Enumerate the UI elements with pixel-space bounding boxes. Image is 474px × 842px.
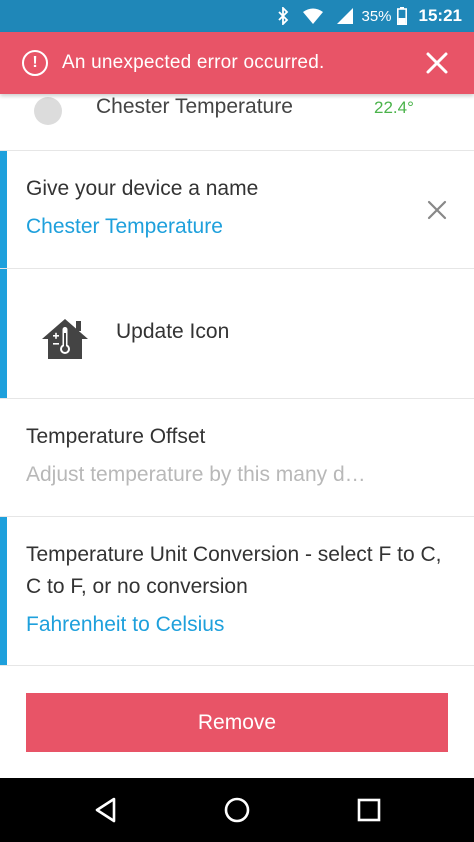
cell-signal-icon xyxy=(337,8,354,24)
device-status-dot xyxy=(34,97,62,125)
error-banner: ! An unexpected error occurred. xyxy=(0,32,474,94)
update-icon-label: Update Icon xyxy=(116,320,230,343)
device-name: Chester Temperature xyxy=(96,95,293,118)
battery-level: 35% xyxy=(361,7,392,25)
device-row[interactable]: Chester Temperature 22.4° xyxy=(0,94,474,151)
error-circle-icon: ! xyxy=(22,50,48,76)
clock: 15:21 xyxy=(418,6,462,25)
house-thermometer-icon xyxy=(40,317,90,361)
unit-conversion-value[interactable]: Fahrenheit to Celsius xyxy=(26,613,224,637)
wifi-icon xyxy=(303,8,324,24)
temperature-offset-field[interactable]: Temperature Offset Adjust temperature by… xyxy=(0,399,474,517)
back-icon[interactable] xyxy=(92,796,120,824)
home-icon[interactable] xyxy=(223,796,251,824)
navigation-bar xyxy=(0,778,474,842)
unit-conversion-field[interactable]: Temperature Unit Conversion - select F t… xyxy=(0,517,474,666)
clear-name-icon[interactable] xyxy=(426,199,448,221)
battery-icon xyxy=(396,7,407,25)
remove-button[interactable]: Remove xyxy=(26,693,448,752)
bluetooth-icon xyxy=(277,7,289,25)
unit-conversion-label: Temperature Unit Conversion - select F t… xyxy=(26,543,442,598)
device-temperature: 22.4° xyxy=(374,98,414,117)
temperature-offset-input[interactable]: Adjust temperature by this many d… xyxy=(26,463,406,487)
recents-icon[interactable] xyxy=(355,796,383,824)
update-icon-row[interactable]: Update Icon xyxy=(0,269,474,399)
status-bar: 35% 15:21 xyxy=(0,0,474,32)
device-name-value[interactable]: Chester Temperature xyxy=(26,215,223,239)
device-name-label: Give your device a name xyxy=(26,177,259,200)
close-icon[interactable] xyxy=(424,50,450,76)
error-message: An unexpected error occurred. xyxy=(62,52,325,73)
device-name-field[interactable]: Give your device a name Chester Temperat… xyxy=(0,151,474,269)
temperature-offset-label: Temperature Offset xyxy=(26,425,206,448)
